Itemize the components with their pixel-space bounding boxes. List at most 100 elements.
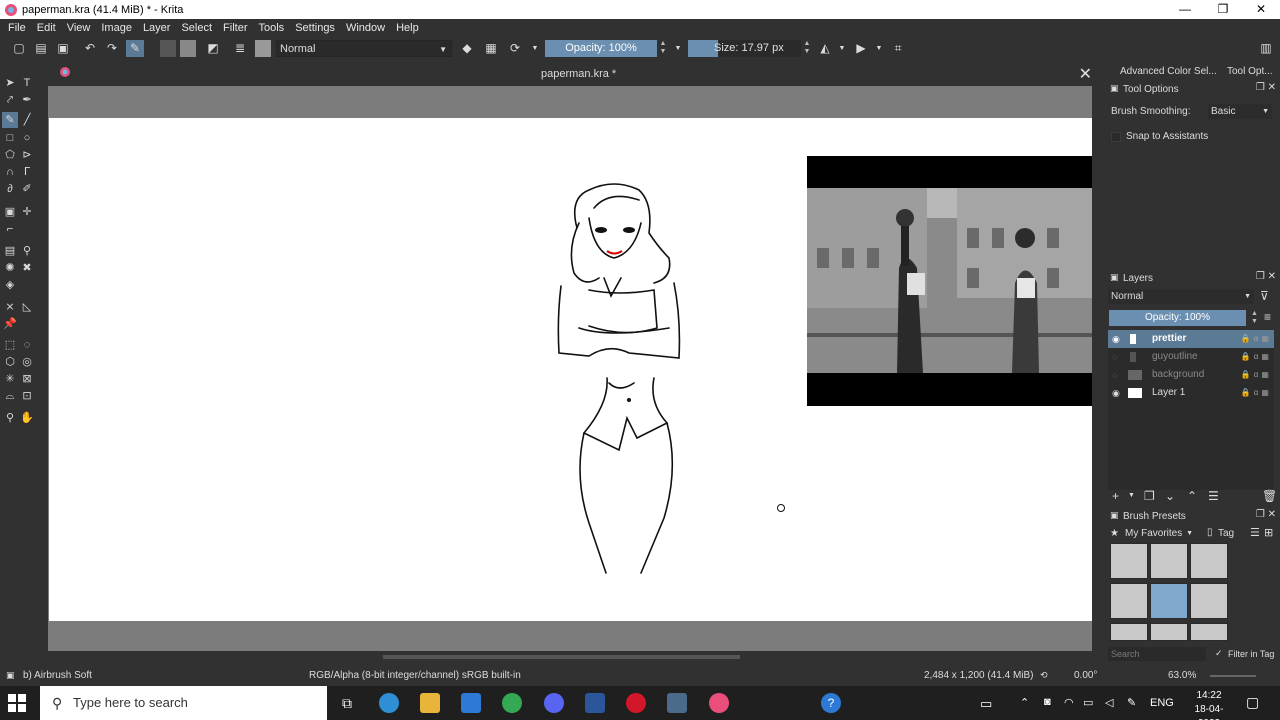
layer-blend-mode-select[interactable]: Normal ▼ [1108, 289, 1254, 304]
mirror-vertical-icon[interactable]: ▶ [853, 40, 869, 57]
status-color-space[interactable]: RGB/Alpha (8-bit integer/channel) sRGB b… [309, 670, 521, 681]
bezier-tool-icon[interactable]: ∩ [2, 164, 18, 180]
layer-properties-icon[interactable]: ☰ [1208, 489, 1219, 503]
mail-icon[interactable] [461, 693, 481, 713]
file-explorer-icon[interactable] [420, 693, 440, 713]
preset-basic-2[interactable] [1150, 623, 1188, 641]
smart-patch-icon[interactable]: ✖ [19, 260, 35, 276]
volume-icon[interactable]: ◁ [1105, 696, 1113, 709]
save-icon[interactable]: ▣ [56, 40, 70, 57]
magnetic-select-icon[interactable]: ⊡ [19, 388, 35, 404]
similar-select-icon[interactable]: ⊠ [19, 371, 35, 387]
preset-pencil[interactable] [1190, 543, 1228, 579]
panel-lock-icon[interactable]: ▣ [1110, 272, 1119, 283]
scrollbar-thumb[interactable] [383, 655, 740, 659]
menu-window[interactable]: Window [346, 22, 385, 34]
redo-icon[interactable]: ↷ [105, 40, 119, 57]
open-folder-icon[interactable]: ▤ [34, 40, 48, 57]
tag-icon[interactable]: ▯ [1207, 527, 1213, 538]
eye-hidden-icon[interactable]: ○ [1112, 366, 1117, 384]
calligraphy-icon[interactable]: ✒ [19, 92, 35, 108]
zoom-slider[interactable] [1210, 675, 1256, 677]
view-list-icon[interactable]: ☰ [1250, 526, 1260, 539]
preset-ink-pen[interactable] [1110, 543, 1148, 579]
preset-eraser[interactable] [1150, 543, 1188, 579]
docker-layout-icon[interactable]: ▥ [1258, 40, 1274, 57]
line-tool-icon[interactable]: ╱ [19, 112, 35, 128]
vertical-scrollbar[interactable] [1092, 86, 1100, 651]
panel-float-close-icon[interactable]: ❐ ✕ [1256, 271, 1276, 282]
taskbar-clock[interactable]: 14:22 18-04-2023 [1186, 689, 1232, 720]
opacity-spin-arrows[interactable]: ▲ ▼ [658, 40, 668, 57]
duplicate-layer-icon[interactable]: ❐ [1144, 489, 1155, 503]
polygon-select-icon[interactable]: ⬡ [2, 354, 18, 370]
layer-flags-icon[interactable]: 🔒α▦ [1241, 348, 1272, 366]
horizontal-scrollbar[interactable] [48, 651, 1092, 663]
add-layer-icon[interactable]: + [1112, 489, 1119, 503]
menu-edit[interactable]: Edit [37, 22, 56, 34]
menu-settings[interactable]: Settings [295, 22, 335, 34]
brush-editor-icon[interactable]: ✎ [126, 40, 144, 57]
chevron-down-icon[interactable]: ▼ [673, 40, 683, 57]
document-tab-title[interactable]: paperman.kra * [541, 68, 616, 80]
size-slider[interactable]: Size: 17.97 px [688, 40, 801, 57]
opacity-slider[interactable]: Opacity: 100% [545, 40, 657, 57]
eye-hidden-icon[interactable]: ○ [1112, 348, 1117, 366]
panel-lock-icon[interactable]: ▣ [1110, 83, 1119, 94]
preset-basic-3[interactable] [1190, 623, 1228, 641]
rectangle-tool-icon[interactable]: □ [2, 130, 18, 146]
freehand-path-icon[interactable]: ᒥ [19, 164, 35, 180]
mirror-horizontal-icon[interactable]: ◭ [817, 40, 833, 57]
preset-airbrush[interactable] [1110, 583, 1148, 619]
eye-icon[interactable]: ◉ [1112, 330, 1120, 348]
help-icon[interactable]: ? [821, 693, 841, 713]
preset-settings-icon[interactable]: ≣ [232, 40, 248, 57]
alpha-lock-icon[interactable]: ▦ [483, 40, 499, 57]
crop-wrap-icon[interactable]: ⌗ [890, 40, 906, 57]
krita-taskbar-icon[interactable] [709, 693, 729, 713]
layer-row-background[interactable]: ○ background 🔒α▦ [1108, 366, 1274, 384]
preset-marker[interactable] [1190, 583, 1228, 619]
layer-menu-icon[interactable]: ≡ [1264, 310, 1271, 324]
panel-float-close-icon[interactable]: ❐ ✕ [1256, 82, 1276, 93]
language-indicator[interactable]: ENG [1150, 697, 1174, 709]
transform-tool-icon[interactable]: ▣ [2, 204, 18, 220]
canvas-area[interactable] [48, 86, 1092, 651]
task-view-icon[interactable]: ⧉ [337, 693, 357, 713]
move-down-icon[interactable]: ⌄ [1165, 489, 1175, 503]
zoom-tool-icon[interactable]: ⚲ [2, 410, 18, 426]
layer-opacity-spin[interactable]: ▲ ▼ [1251, 310, 1258, 326]
freehand-brush-icon[interactable]: ✎ [2, 112, 18, 128]
favorites-select[interactable]: My Favorites ▼ [1122, 526, 1196, 541]
checkmark-icon[interactable]: ✓ [1215, 648, 1223, 659]
delete-layer-icon[interactable]: 🗑 [1262, 489, 1277, 503]
status-rotation[interactable]: 0.00° [1074, 670, 1097, 681]
tab-tool-options[interactable]: Tool Opt... [1227, 66, 1273, 77]
text-tool-icon[interactable]: T [19, 75, 35, 91]
chevron-down-icon[interactable]: ▼ [874, 40, 884, 57]
chevron-up-icon[interactable]: ⌃ [1020, 696, 1029, 709]
tab-advanced-color-selector[interactable]: Advanced Color Sel... [1120, 66, 1217, 77]
preset-airbrush-soft[interactable] [1150, 583, 1188, 619]
assistant-tool-icon[interactable]: ⨯ [2, 299, 18, 315]
snap-to-assistants-checkbox[interactable] [1111, 132, 1121, 142]
close-document-icon[interactable]: ✕ [1079, 64, 1092, 84]
gradient-icon[interactable] [160, 40, 176, 57]
minimize-button[interactable]: — [1166, 0, 1204, 19]
layer-row-layer-1[interactable]: ◉ Layer 1 🔒α▦ [1108, 384, 1274, 402]
edge-browser-icon[interactable] [379, 693, 399, 713]
undo-icon[interactable]: ↶ [83, 40, 97, 57]
color-swap-icon[interactable]: ◩ [205, 40, 221, 57]
chevron-down-icon[interactable]: ▼ [530, 40, 540, 57]
chrome-icon[interactable] [502, 693, 522, 713]
camera-icon[interactable]: ◙ [1044, 696, 1051, 708]
close-window-button[interactable]: ✕ [1242, 0, 1280, 19]
pan-tool-icon[interactable]: ✋ [19, 410, 35, 426]
rect-select-icon[interactable]: ⬚ [2, 337, 18, 353]
layer-row-prettier[interactable]: ◉ prettier 🔒α▦ [1108, 330, 1274, 348]
reference-tool-icon[interactable]: 📌 [2, 316, 18, 332]
blend-mode-select[interactable]: Normal ▼ [276, 40, 452, 57]
rotate-icon[interactable]: ⟲ [1040, 670, 1048, 681]
brush-preset-icon[interactable] [255, 40, 271, 57]
ellipse-select-icon[interactable]: ◌ [19, 337, 35, 353]
